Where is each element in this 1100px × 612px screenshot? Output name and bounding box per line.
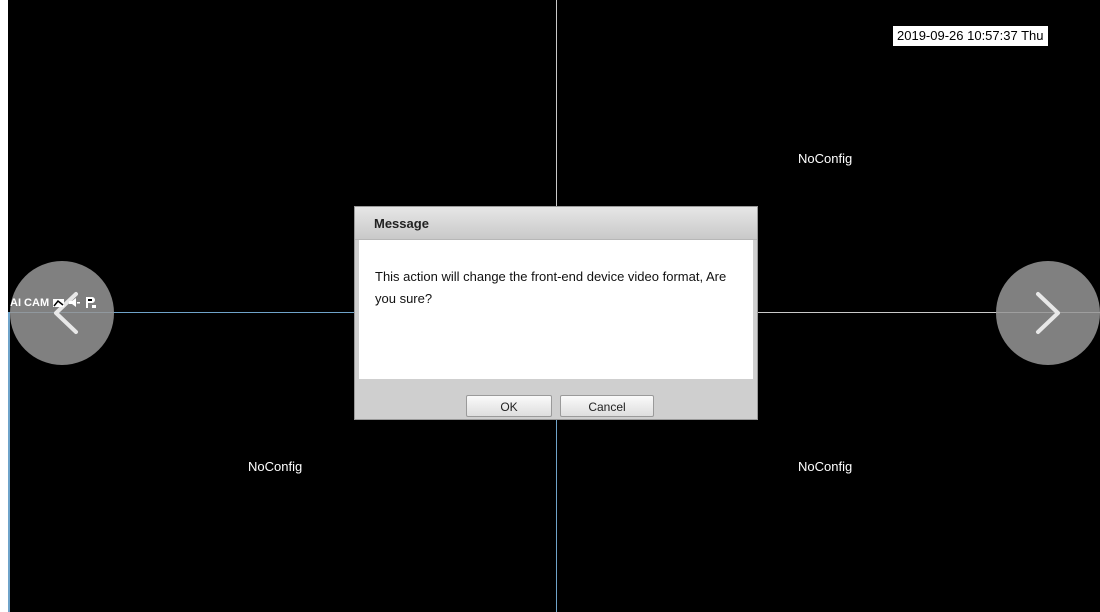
- timestamp-label: 2019-09-26 10:57:37 Thu: [893, 26, 1048, 46]
- channel-status-label: NoConfig: [248, 459, 303, 474]
- channel-status-label: NoConfig: [798, 459, 853, 474]
- dialog-titlebar[interactable]: Message: [355, 207, 757, 240]
- cancel-button[interactable]: Cancel: [560, 395, 654, 417]
- left-edge-border: [0, 0, 8, 612]
- camera-status-bar: AI CAM: [10, 296, 97, 309]
- ok-button[interactable]: OK: [466, 395, 552, 417]
- next-page-button[interactable]: [996, 261, 1100, 365]
- previous-page-button[interactable]: [10, 261, 114, 365]
- audio-icon: [69, 298, 81, 307]
- channel-status-label: NoConfig: [798, 151, 853, 166]
- dialog-message: This action will change the front-end de…: [375, 269, 727, 306]
- live-view-screen: 2019-09-26 10:57:37 Thu NoConfig NoConfi…: [0, 0, 1100, 612]
- dialog-body: This action will change the front-end de…: [359, 240, 753, 379]
- dialog-title: Message: [374, 216, 429, 231]
- playback-icon: [86, 297, 97, 308]
- chevron-left-icon: [54, 292, 78, 334]
- motion-icon: [53, 299, 65, 307]
- chevron-right-icon: [1036, 292, 1060, 334]
- confirm-dialog: Message This action will change the fron…: [354, 206, 758, 420]
- camera-badge: AI CAM: [10, 296, 50, 309]
